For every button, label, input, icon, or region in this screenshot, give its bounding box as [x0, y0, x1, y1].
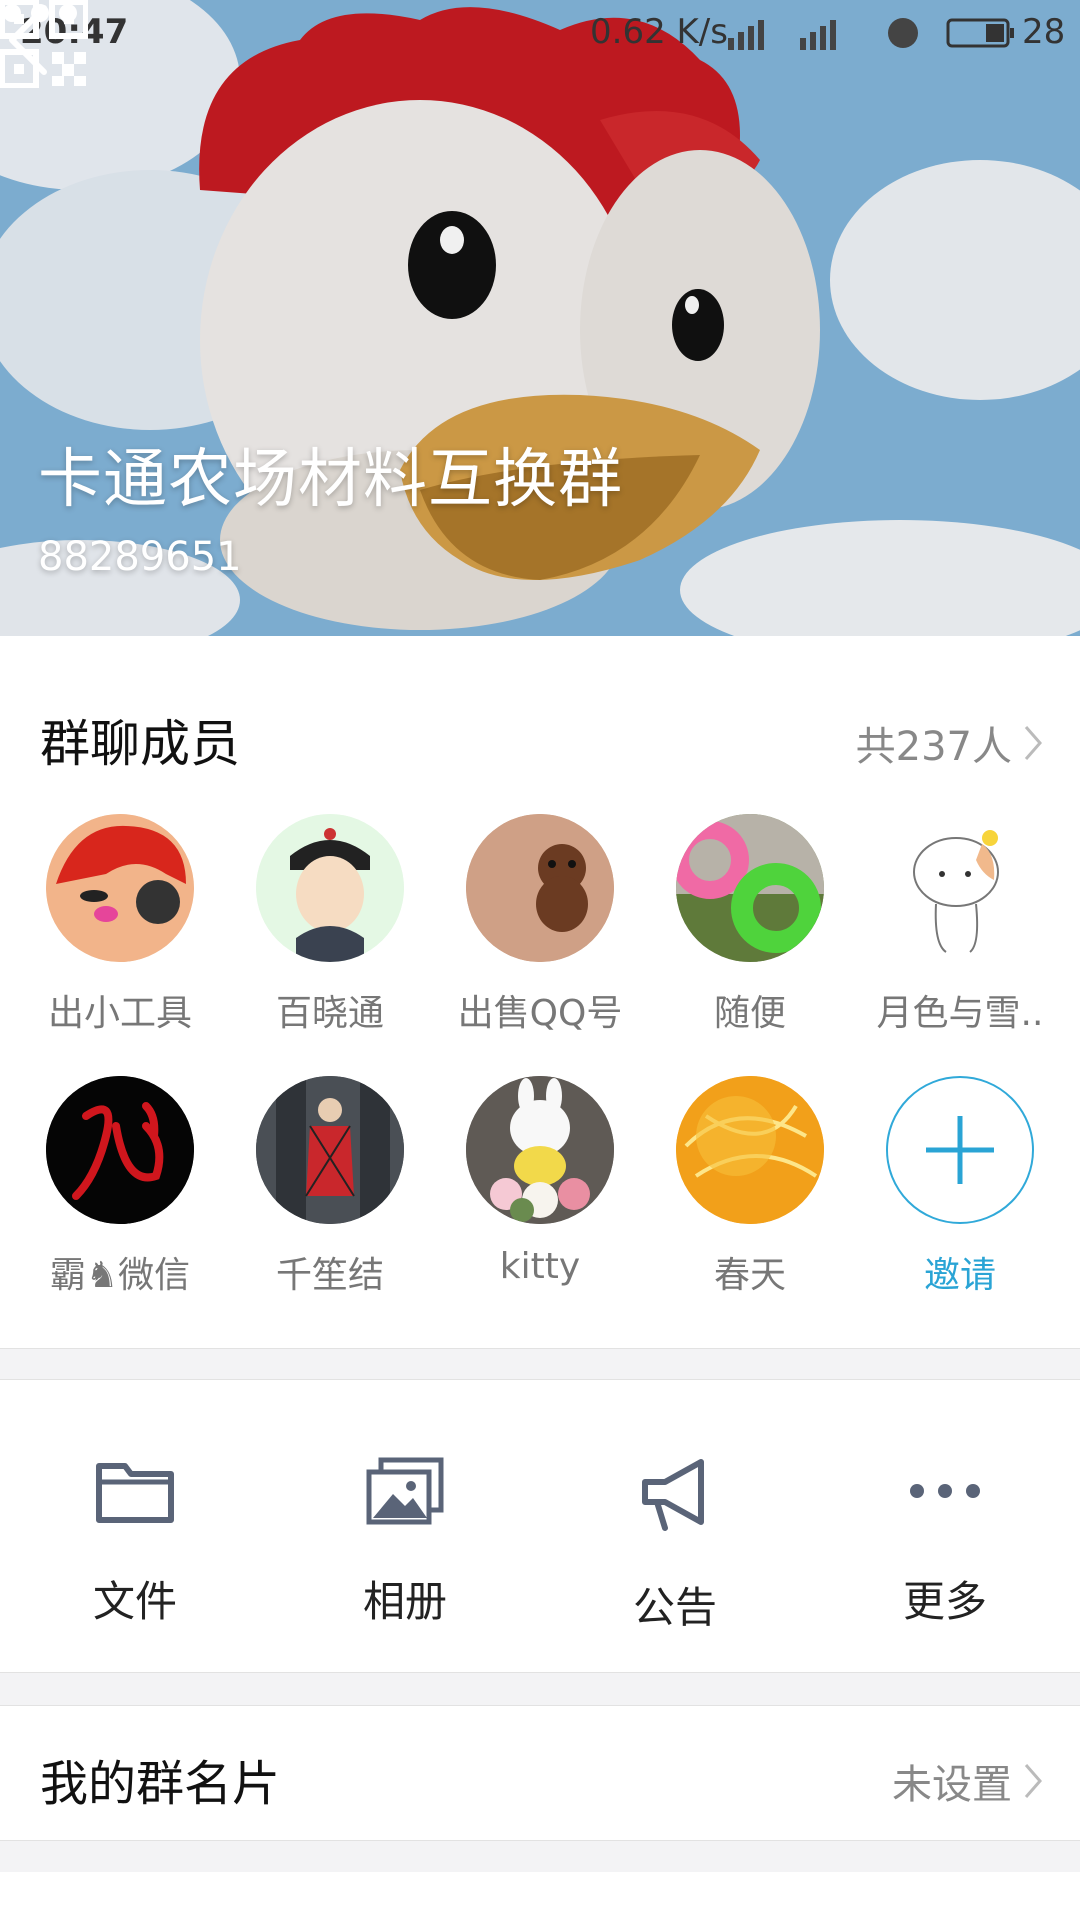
tool-label: 相册: [362, 1577, 447, 1626]
member-item[interactable]: 霸♞微信: [30, 1076, 210, 1298]
announcement-button[interactable]: 公告: [540, 1456, 810, 1635]
battery-icon: [946, 18, 1014, 48]
files-button[interactable]: 文件: [0, 1456, 270, 1629]
avatar: [676, 814, 824, 962]
member-item[interactable]: 千笙结: [240, 1076, 420, 1298]
member-name: 月色与雪..: [876, 993, 1044, 1034]
more-icon: [910, 1484, 980, 1498]
signal-icon: [728, 20, 836, 50]
album-icon: [366, 1457, 444, 1525]
avatar: [886, 814, 1034, 962]
members-section: 群聊成员 共237人 出小工具 百晓通 出售QQ号 随便 月色与雪.. 霸♞微信…: [0, 636, 1080, 1348]
my-group-card-value-wrap: 未设置: [892, 1752, 1044, 1810]
member-name: 春天: [713, 1255, 786, 1296]
members-count-label: 共237人: [855, 724, 1012, 770]
folder-icon: [96, 1463, 174, 1523]
group-tools: 文件 相册 公告 更多: [0, 1380, 1080, 1672]
network-speed: 0.62 K/s: [590, 12, 728, 52]
members-count[interactable]: 共237人: [856, 714, 1044, 772]
avatar: [466, 1076, 614, 1224]
avatar: [466, 814, 614, 962]
section-divider: [0, 1840, 1080, 1874]
announcement-icon: [642, 1459, 704, 1531]
group-id: 88289651: [38, 534, 242, 580]
invite-avatar: [886, 1076, 1034, 1224]
member-item[interactable]: 月色与雪..: [870, 814, 1050, 1036]
member-item[interactable]: 出小工具: [30, 814, 210, 1036]
more-button[interactable]: 更多: [810, 1456, 1080, 1629]
battery-level: 28: [1022, 12, 1066, 52]
chevron-right-icon: [1024, 726, 1042, 760]
album-button[interactable]: 相册: [270, 1456, 540, 1629]
my-group-card-value: 未设置: [892, 1762, 1012, 1808]
tool-label: 更多: [902, 1577, 987, 1626]
my-group-card-row[interactable]: 我的群名片 未设置: [0, 1706, 1080, 1840]
avatar: [46, 1076, 194, 1224]
invite-button[interactable]: 邀请: [870, 1076, 1050, 1298]
member-name: kitty: [499, 1246, 581, 1287]
avatar: [256, 814, 404, 962]
section-divider: [0, 1348, 1080, 1380]
group-name: 卡通农场材料互换群: [38, 443, 623, 517]
plus-icon: [926, 1116, 994, 1184]
group-cover[interactable]: 20:47 0.62 K/s 28 卡通农场材料互换群 88289651: [0, 0, 1080, 636]
next-row[interactable]: [0, 1872, 1080, 1920]
section-divider: [0, 1672, 1080, 1706]
member-item[interactable]: 春天: [660, 1076, 840, 1298]
invite-label: 邀请: [923, 1255, 996, 1296]
member-item[interactable]: 随便: [660, 814, 840, 1036]
chevron-right-icon: [1024, 1764, 1042, 1798]
avatar: [46, 814, 194, 962]
status-bar: 20:47 0.62 K/s 28: [0, 0, 1080, 66]
member-name: 出小工具: [47, 993, 192, 1034]
hd-icon: [888, 18, 918, 48]
member-name: 百晓通: [275, 993, 384, 1034]
member-name: 出售QQ号: [457, 993, 623, 1034]
member-item[interactable]: 出售QQ号: [450, 814, 630, 1036]
my-group-card-label: 我的群名片: [40, 1756, 281, 1812]
member-name: 霸♞微信: [49, 1255, 191, 1296]
member-name: 千笙结: [275, 1255, 384, 1296]
qr-code-icon[interactable]: [0, 0, 88, 88]
member-item[interactable]: 百晓通: [240, 814, 420, 1036]
tool-label: 公告: [632, 1583, 717, 1632]
member-name: 随便: [713, 993, 786, 1034]
members-title: 群聊成员: [40, 715, 240, 773]
tool-label: 文件: [92, 1577, 177, 1626]
avatar: [676, 1076, 824, 1224]
avatar: [256, 1076, 404, 1224]
member-item[interactable]: kitty: [450, 1076, 630, 1287]
